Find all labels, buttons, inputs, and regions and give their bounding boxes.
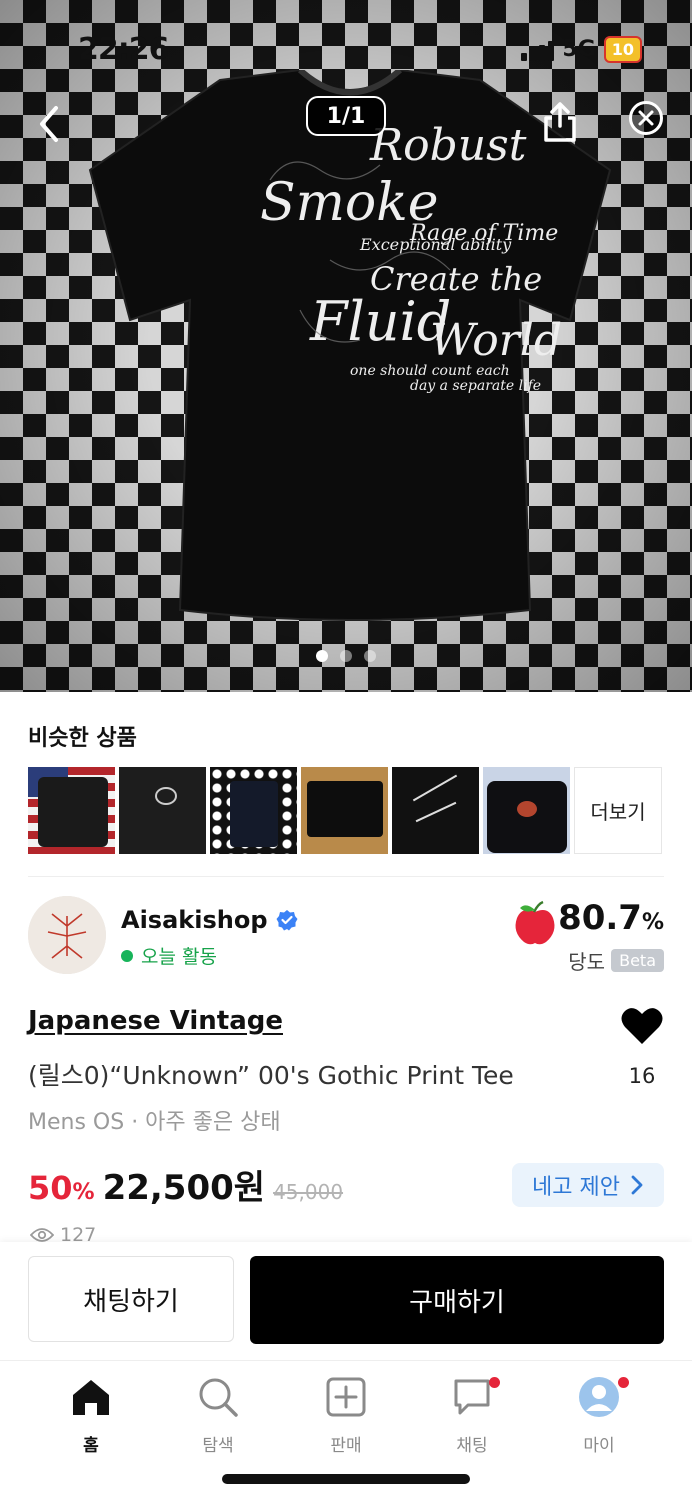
signal-icon <box>521 39 555 61</box>
like-count: 16 <box>628 1064 656 1088</box>
tab-label: 채팅 <box>456 1436 488 1456</box>
chevron-right-icon <box>631 1175 643 1195</box>
product-meta: Mens OS · 아주 좋은 상태 <box>28 1110 281 1135</box>
search-icon <box>199 1378 238 1417</box>
discount-value: 50 <box>28 1169 73 1207</box>
image-counter: 1/1 <box>306 96 386 136</box>
seller-logo-icon <box>28 896 106 974</box>
sugar-score: 80.7% <box>558 898 664 938</box>
action-bar: 채팅하기 구매하기 <box>0 1242 692 1360</box>
similar-product-thumb[interactable] <box>483 767 570 854</box>
divider <box>28 876 664 877</box>
notification-badge <box>618 1377 629 1388</box>
beta-badge: Beta <box>611 949 664 972</box>
buy-button[interactable]: 구매하기 <box>250 1256 664 1344</box>
seller-name[interactable]: Aisakishop <box>121 906 298 934</box>
svg-text:day a separate life: day a separate life <box>410 378 541 394</box>
tab-my[interactable]: 마이 <box>549 1375 649 1456</box>
chat-button[interactable]: 채팅하기 <box>28 1256 234 1342</box>
eye-icon <box>30 1228 54 1242</box>
more-similar-button[interactable]: 더보기 <box>574 767 662 854</box>
activity-label: 오늘 활동 <box>141 946 217 968</box>
home-icon <box>73 1380 109 1415</box>
status-time: 22:26 <box>78 32 169 67</box>
score-unit: % <box>641 910 664 935</box>
close-icon[interactable] <box>628 100 664 136</box>
score-value: 80.7 <box>558 898 642 938</box>
verified-icon <box>276 910 298 931</box>
similar-product-thumb[interactable] <box>210 767 297 854</box>
seller-name-text: Aisakishop <box>121 906 268 934</box>
similar-products-title: 비슷한 상품 <box>28 726 137 751</box>
similar-product-thumb[interactable] <box>28 767 115 854</box>
discount-unit: % <box>72 1180 95 1205</box>
similar-product-thumb[interactable] <box>301 767 388 854</box>
product-title: (릴스0)“Unknown” 00's Gothic Print Tee <box>28 1061 514 1090</box>
gallery-dots <box>0 650 692 662</box>
notification-badge <box>489 1377 500 1388</box>
gallery-dot <box>364 650 376 662</box>
tab-sell[interactable]: 판매 <box>296 1375 396 1456</box>
online-dot-icon <box>121 949 133 962</box>
tshirt-photo: Robust Smoke Rage of Time Exceptional ab… <box>88 70 612 621</box>
price-row: 50% 22,500원 45,000 <box>28 1160 343 1209</box>
original-price: 45,000 <box>273 1180 344 1204</box>
tab-chat[interactable]: 채팅 <box>422 1375 522 1456</box>
sugar-row: 당도 Beta <box>568 946 664 975</box>
gallery-dot <box>340 650 352 662</box>
tab-home[interactable]: 홈 <box>41 1375 141 1456</box>
plus-square-icon <box>326 1377 366 1417</box>
svg-text:one should count each: one should count each <box>350 363 510 379</box>
tab-label: 마이 <box>583 1436 615 1456</box>
battery-indicator: 10 <box>603 36 642 63</box>
offer-button[interactable]: 네고 제안 <box>512 1163 664 1207</box>
svg-text:Exceptional ability: Exceptional ability <box>359 235 512 254</box>
svg-text:Robust: Robust <box>369 120 527 171</box>
brand-link[interactable]: Japanese Vintage <box>28 1006 283 1036</box>
similar-product-thumb[interactable] <box>392 767 479 854</box>
seller-activity: 오늘 활동 <box>121 942 217 969</box>
offer-label: 네고 제안 <box>532 1175 620 1200</box>
similar-product-thumb[interactable] <box>119 767 206 854</box>
gallery-dot <box>316 650 328 662</box>
profile-icon <box>579 1377 619 1417</box>
heart-icon[interactable] <box>620 1006 664 1046</box>
home-indicator <box>222 1474 470 1484</box>
tab-label: 홈 <box>83 1436 99 1456</box>
discount-rate: 50% <box>28 1169 95 1207</box>
apple-icon <box>515 900 555 945</box>
tab-explore[interactable]: 탐색 <box>168 1375 268 1456</box>
product-image[interactable]: 22:26 5G 10 Robust Smoke Rage of Time Ex… <box>0 0 692 692</box>
sugar-label: 당도 <box>568 950 606 974</box>
status-indicators: 5G 10 <box>521 36 642 63</box>
share-icon[interactable] <box>540 100 580 144</box>
back-icon[interactable] <box>30 100 70 148</box>
tab-label: 판매 <box>330 1436 362 1456</box>
tab-label: 탐색 <box>202 1436 234 1456</box>
svg-text:World: World <box>430 315 562 366</box>
chat-bubble-icon <box>454 1379 490 1415</box>
similar-products-list: 더보기 <box>28 767 662 854</box>
seller-avatar[interactable] <box>28 896 106 974</box>
sale-price: 22,500원 <box>102 1168 266 1208</box>
network-label: 5G <box>562 37 596 62</box>
